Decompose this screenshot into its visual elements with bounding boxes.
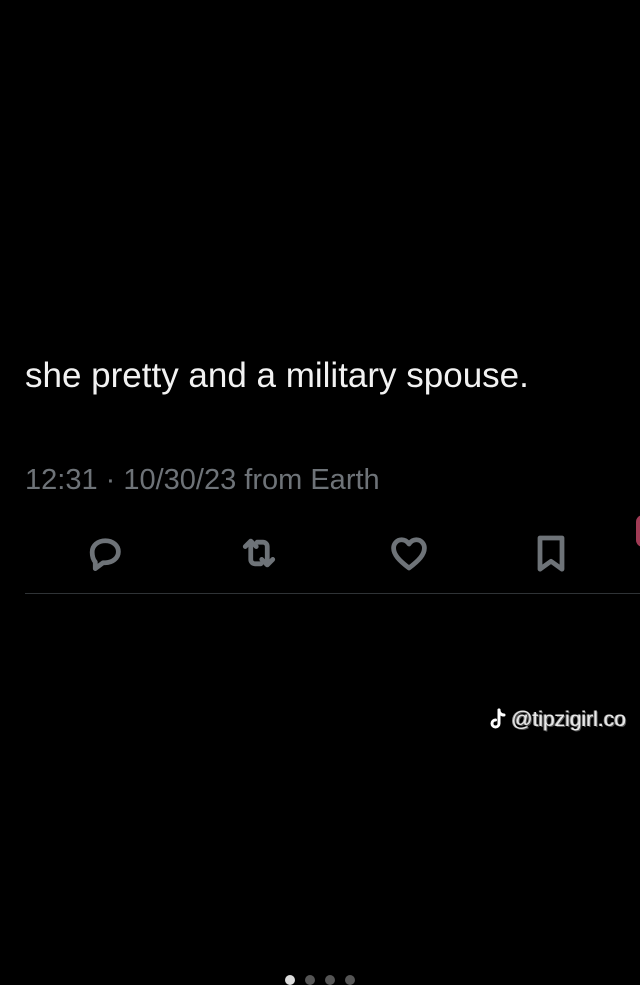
tweet-action-bar xyxy=(0,528,640,578)
page-dot[interactable] xyxy=(345,975,355,985)
tiktok-watermark: @tipzigirl.co xyxy=(489,708,626,732)
bookmark-button[interactable] xyxy=(526,528,576,578)
like-button[interactable] xyxy=(384,528,434,578)
edge-avatar xyxy=(636,515,640,547)
reply-icon xyxy=(89,538,121,571)
retweet-button[interactable] xyxy=(234,528,284,578)
page-dot[interactable] xyxy=(325,975,335,985)
page-dot[interactable] xyxy=(285,975,295,985)
bookmark-icon xyxy=(537,535,565,572)
heart-icon xyxy=(391,537,427,571)
watermark-handle: @tipzigirl.co xyxy=(511,708,626,731)
divider xyxy=(25,593,640,594)
tweet-text: she pretty and a military spouse. xyxy=(25,356,529,395)
page-indicator xyxy=(0,975,640,985)
reply-button[interactable] xyxy=(80,528,130,578)
tweet-timestamp: 12:31 · 10/30/23 from Earth xyxy=(25,464,380,496)
page-dot[interactable] xyxy=(305,975,315,985)
tiktok-icon xyxy=(490,708,506,729)
retweet-icon xyxy=(242,538,276,568)
